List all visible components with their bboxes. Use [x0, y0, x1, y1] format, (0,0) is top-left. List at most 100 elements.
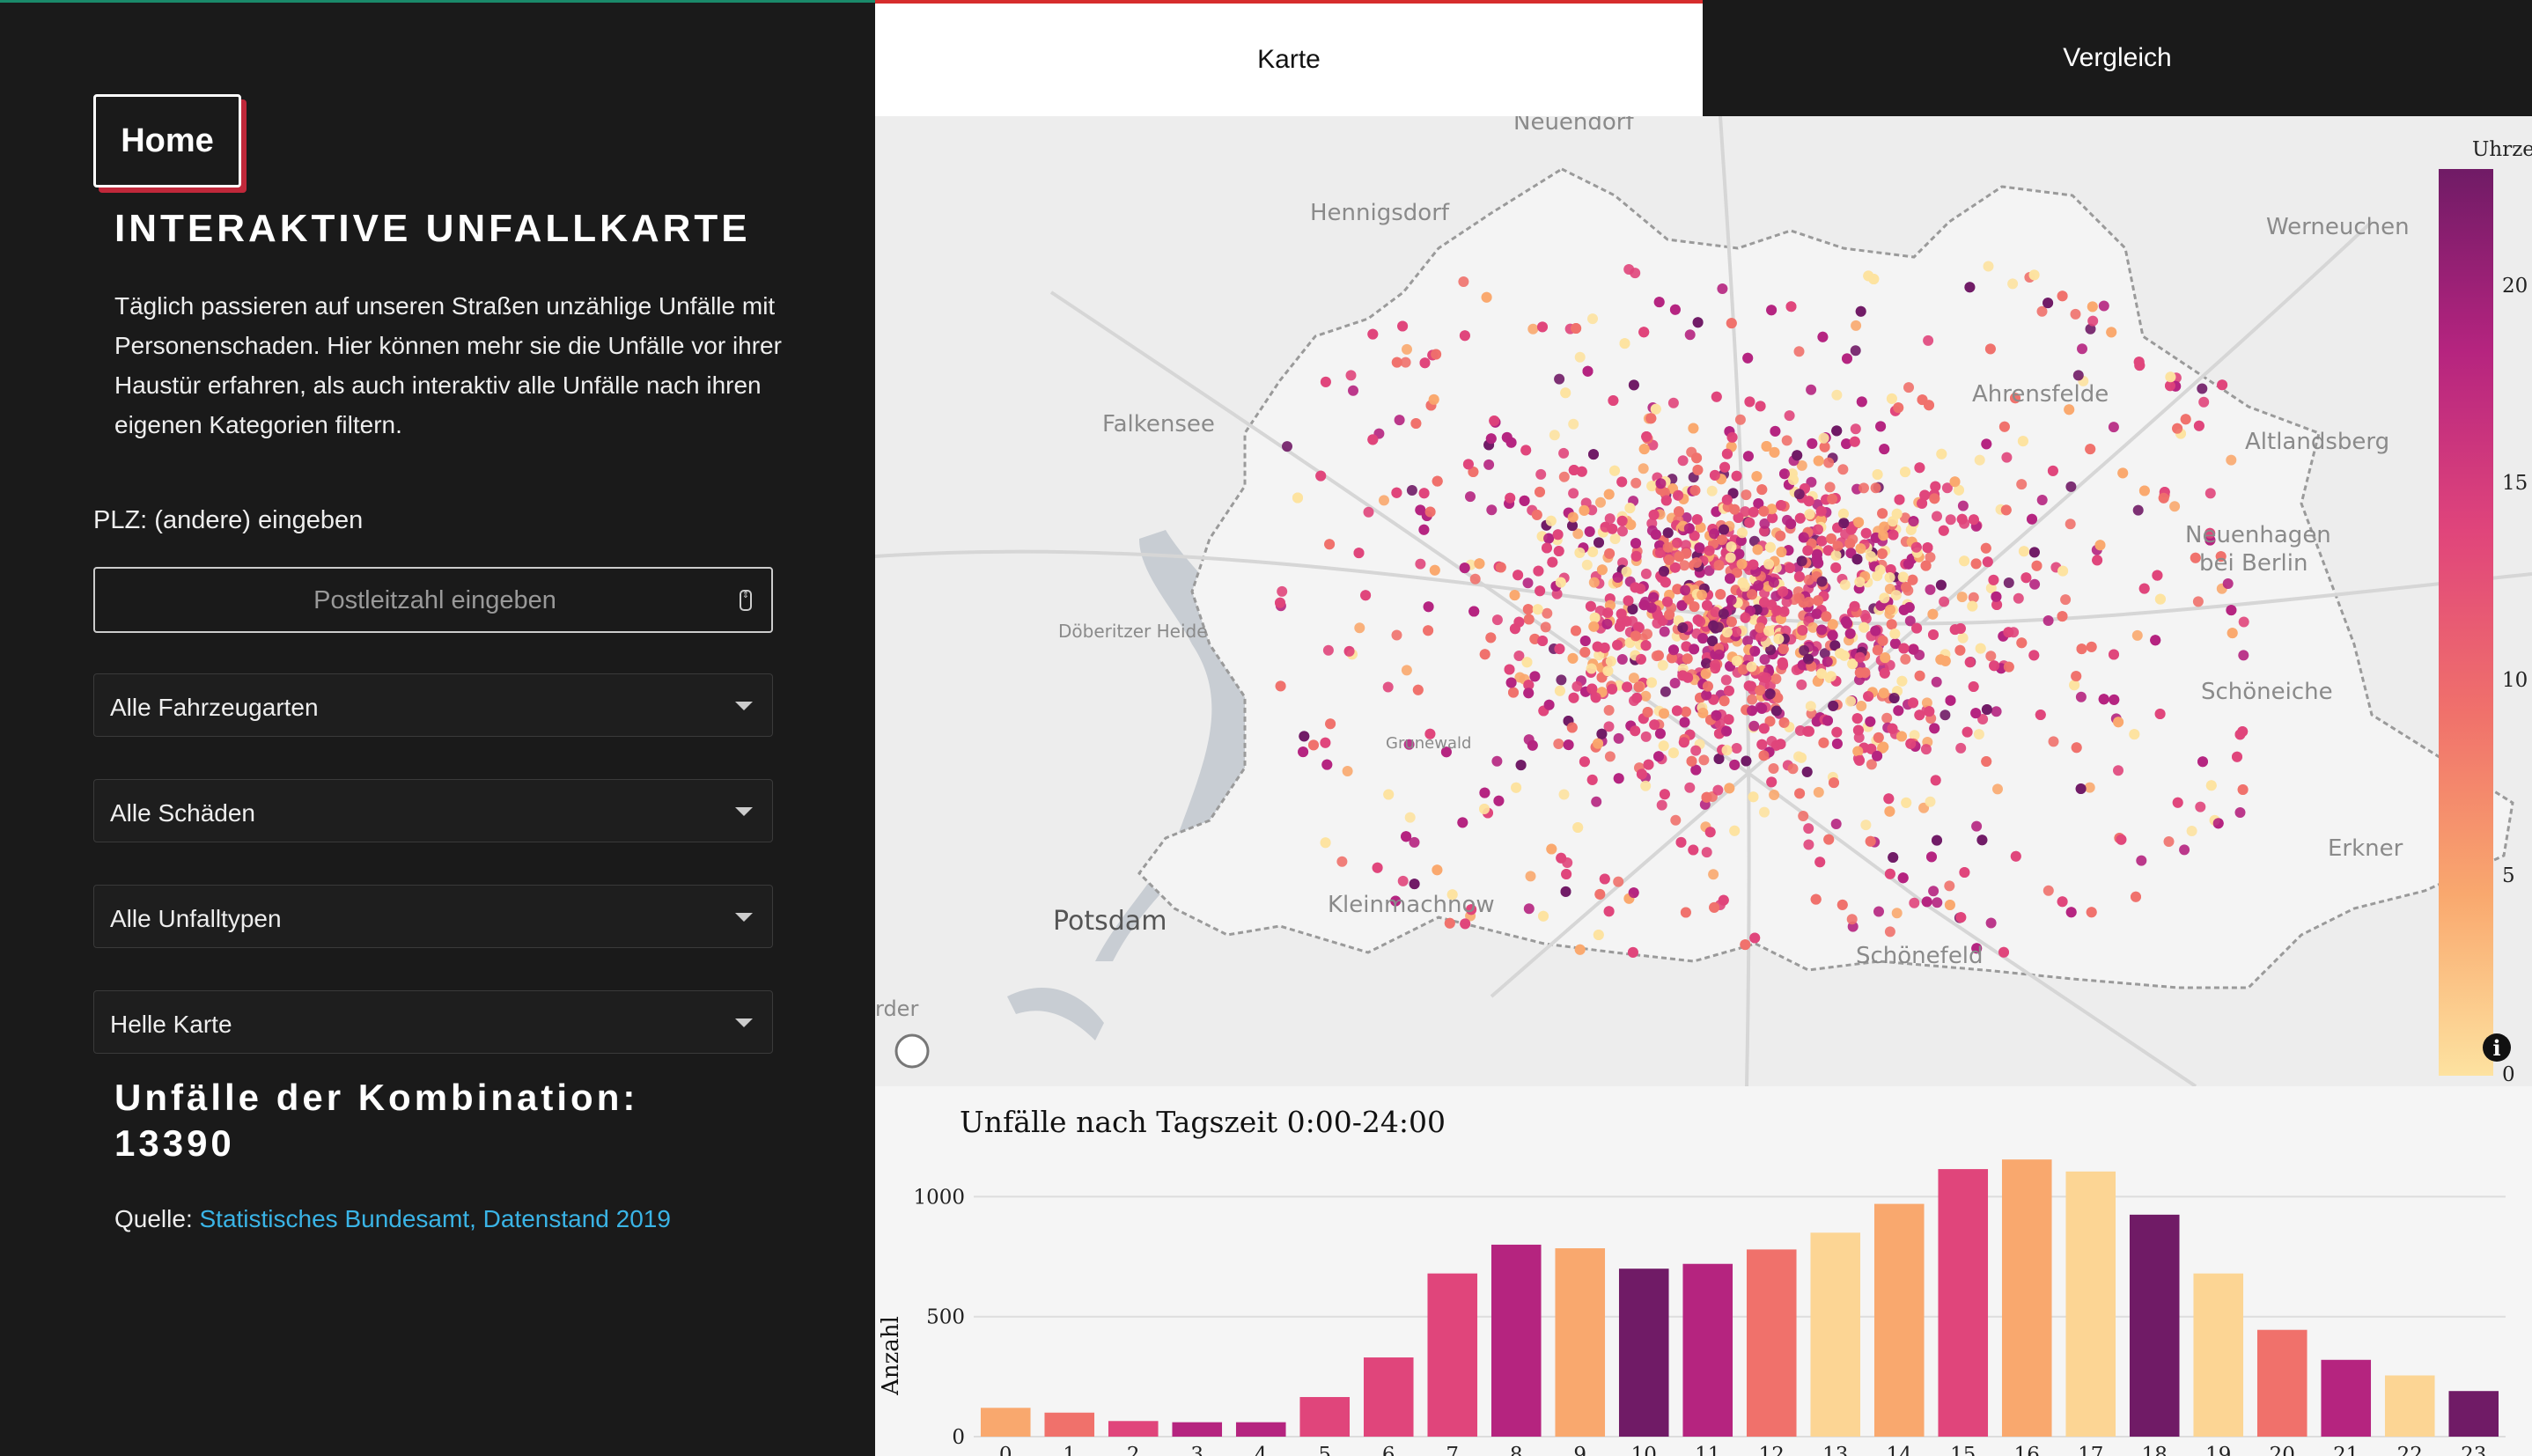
- accident-dot: [1741, 489, 1752, 501]
- accident-dot: [1854, 667, 1866, 679]
- accident-dot: [1574, 944, 1586, 955]
- accident-dot: [1537, 636, 1549, 646]
- accident-dot: [1821, 611, 1832, 622]
- bar[interactable]: [2448, 1391, 2499, 1437]
- accident-map[interactable]: Neuendorf Hennigsdorf Werneuchen Ahrensf…: [875, 116, 2532, 1086]
- accident-dot: [1939, 596, 1950, 607]
- accident-dot: [1584, 526, 1595, 537]
- accident-dot: [1878, 741, 1889, 753]
- accident-dot: [1645, 602, 1657, 614]
- accident-dot: [1660, 577, 1671, 588]
- accident-dot: [1630, 477, 1642, 489]
- bar[interactable]: [1490, 1244, 1542, 1437]
- tab-vergleich[interactable]: Vergleich: [1703, 0, 2532, 116]
- bar[interactable]: [1682, 1263, 1733, 1437]
- accident-type-dropdown[interactable]: Alle Unfalltypen: [93, 885, 773, 948]
- accident-dot: [1880, 652, 1891, 664]
- accident-dot: [1888, 852, 1899, 863]
- x-tick-label: 23: [2461, 1444, 2486, 1456]
- accident-dot: [1659, 626, 1670, 637]
- accident-dot: [1981, 756, 1992, 767]
- place-label: Ahrensfelde: [1972, 381, 2109, 408]
- bar[interactable]: [1810, 1232, 1861, 1437]
- bar[interactable]: [1235, 1422, 1286, 1437]
- damage-dropdown[interactable]: Alle Schäden: [93, 779, 773, 842]
- accident-dot: [1799, 644, 1810, 656]
- accident-dot: [1825, 671, 1836, 682]
- accident-dot: [2036, 305, 2048, 317]
- accident-dot: [2192, 596, 2204, 607]
- spinner-icon[interactable]: ⇕: [740, 590, 752, 611]
- bar[interactable]: [2001, 1159, 2052, 1437]
- accident-dot: [2109, 694, 2120, 705]
- accident-dot: [1763, 625, 1774, 636]
- bar[interactable]: [1299, 1397, 1351, 1437]
- bar[interactable]: [1938, 1169, 1989, 1437]
- source-link[interactable]: Statistisches Bundesamt, Datenstand 2019: [200, 1205, 671, 1232]
- accident-dot: [1505, 492, 1516, 504]
- bar[interactable]: [980, 1408, 1031, 1437]
- bar[interactable]: [1555, 1248, 1606, 1437]
- tab-karte[interactable]: Karte: [875, 0, 1703, 116]
- info-icon[interactable]: i: [2483, 1033, 2511, 1062]
- bar[interactable]: [2256, 1329, 2308, 1437]
- bar[interactable]: [2065, 1171, 2116, 1437]
- accident-dot: [1914, 462, 1925, 474]
- accident-dot: [1939, 655, 1951, 666]
- accident-dot: [1932, 897, 1943, 908]
- map-logo-icon[interactable]: [894, 1033, 930, 1069]
- bar[interactable]: [2321, 1359, 2372, 1437]
- accident-dot: [1939, 710, 1951, 721]
- accident-dot: [1713, 649, 1725, 660]
- bar[interactable]: [1427, 1273, 1478, 1437]
- accident-dot: [2136, 855, 2147, 866]
- bar[interactable]: [1873, 1203, 1925, 1437]
- accident-dot: [1505, 677, 1517, 688]
- bar[interactable]: [2129, 1214, 2180, 1437]
- accident-dot: [1691, 557, 1702, 569]
- bar[interactable]: [1618, 1268, 1669, 1437]
- accident-dot: [1650, 529, 1661, 540]
- accident-dot: [1677, 455, 1689, 467]
- accident-dot: [1579, 636, 1591, 646]
- bar[interactable]: [2384, 1375, 2435, 1437]
- accident-dot: [1481, 291, 1492, 303]
- y-axis-label: Anzahl: [878, 1316, 904, 1396]
- bar[interactable]: [1044, 1412, 1095, 1437]
- accident-dot: [1410, 418, 1422, 429]
- accident-dot: [2227, 628, 2238, 639]
- accident-dot: [1700, 668, 1711, 680]
- accident-dot: [1959, 867, 1970, 878]
- accident-dot: [1815, 505, 1827, 517]
- accident-dot: [1897, 571, 1909, 583]
- accident-dot: [1883, 793, 1895, 805]
- map-style-dropdown[interactable]: Helle Karte: [93, 990, 773, 1054]
- map-canvas[interactable]: Neuendorf Hennigsdorf Werneuchen Ahrensf…: [875, 116, 2532, 1086]
- accident-dot: [1603, 704, 1615, 716]
- accident-dot: [1851, 554, 1863, 565]
- accident-dot: [1976, 835, 1988, 846]
- accident-dot: [2057, 611, 2068, 622]
- accident-dot: [1367, 434, 1379, 445]
- accident-dot: [1697, 633, 1709, 644]
- bar[interactable]: [2193, 1273, 2244, 1437]
- plz-input[interactable]: [95, 569, 775, 633]
- accident-dot: [1675, 836, 1687, 848]
- accident-dot: [2048, 736, 2059, 747]
- accident-dot: [1532, 604, 1543, 615]
- accident-dot: [1679, 560, 1690, 571]
- accident-dot: [1529, 671, 1541, 682]
- accident-dot: [1717, 283, 1728, 294]
- vehicle-type-dropdown[interactable]: Alle Fahrzeugarten: [93, 673, 773, 737]
- bar[interactable]: [1746, 1249, 1797, 1437]
- bar[interactable]: [1172, 1422, 1223, 1437]
- bar[interactable]: [1363, 1357, 1414, 1437]
- place-label: Neuendorf: [1513, 116, 1634, 136]
- accident-dot: [1616, 654, 1628, 665]
- home-button[interactable]: Home: [93, 94, 241, 188]
- accident-dot: [1989, 660, 2000, 672]
- accident-dot: [1704, 545, 1715, 556]
- bar[interactable]: [1108, 1421, 1159, 1437]
- accident-dot: [1817, 331, 1829, 342]
- accident-dot: [2071, 742, 2082, 754]
